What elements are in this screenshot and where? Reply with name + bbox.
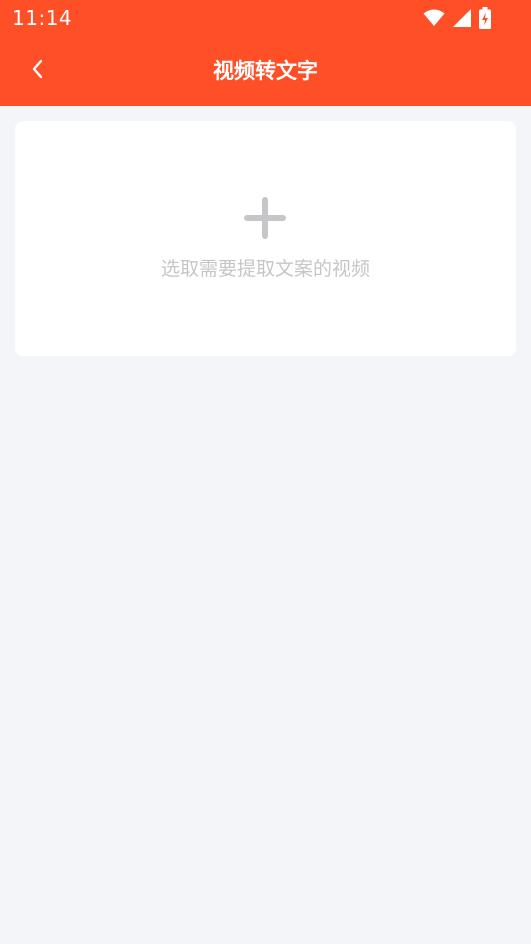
- select-video-card[interactable]: 选取需要提取文案的视频: [15, 121, 516, 356]
- app-header: 11:14 视频转文字: [0, 0, 531, 106]
- cellular-signal-icon: [453, 9, 471, 27]
- status-icons: [423, 6, 491, 30]
- select-video-hint: 选取需要提取文案的视频: [160, 258, 370, 280]
- battery-charging-icon: [479, 7, 491, 29]
- page-title: 视频转文字: [213, 59, 318, 83]
- navigation-bar: 视频转文字: [0, 36, 531, 106]
- wifi-icon: [423, 9, 445, 27]
- plus-icon: [243, 196, 287, 240]
- status-bar: 11:14: [0, 0, 531, 36]
- status-time: 11:14: [12, 6, 73, 30]
